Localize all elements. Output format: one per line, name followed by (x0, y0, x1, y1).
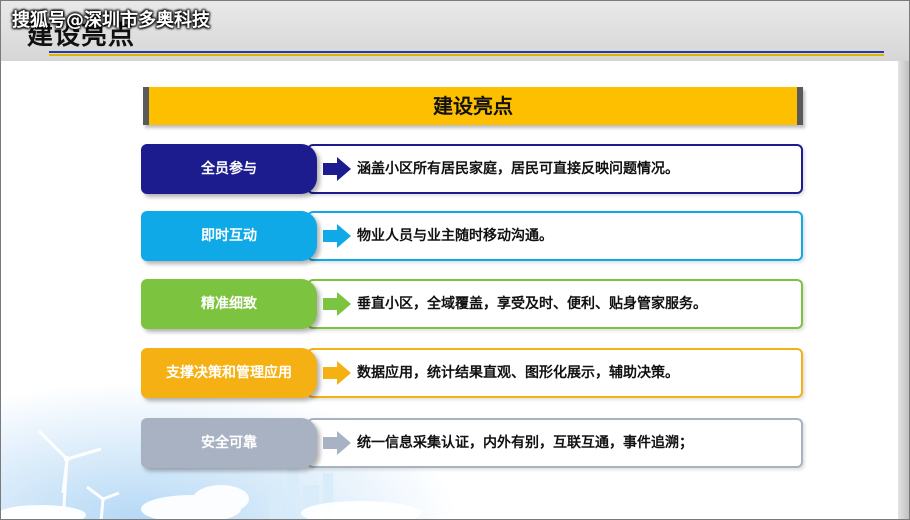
item-description: 垂直小区，全域覆盖，享受及时、便利、贴身管家服务。 (357, 296, 707, 312)
list-item: 即时互动 物业人员与业主随时移动沟通。 (141, 211, 803, 261)
right-arrow-icon (323, 431, 351, 455)
header-divider-blue (49, 51, 884, 53)
item-description: 数据应用，统计结果直观、图形化展示，辅助决策。 (357, 365, 679, 381)
slide: 建设亮点 建设亮点 全员参与 涵盖小区所有居民家庭，居民可直接反映问题情况。 即… (0, 0, 910, 520)
right-arrow-icon (323, 292, 351, 316)
right-arrow-icon (323, 224, 351, 248)
list-item: 精准细致 垂直小区，全域覆盖，享受及时、便利、贴身管家服务。 (141, 279, 803, 329)
item-label: 精准细致 (141, 279, 317, 329)
list-item: 安全可靠 统一信息采集认证，内外有别，互联互通，事件追溯； (141, 418, 803, 468)
header-divider-gold (49, 54, 884, 56)
list-item: 支撑决策和管理应用 数据应用，统计结果直观、图形化展示，辅助决策。 (141, 348, 803, 398)
item-label: 安全可靠 (141, 418, 317, 468)
item-label: 全员参与 (141, 144, 317, 194)
list-item: 全员参与 涵盖小区所有居民家庭，居民可直接反映问题情况。 (141, 144, 803, 194)
item-label: 支撑决策和管理应用 (141, 348, 317, 398)
watermark: 搜狐号@深圳市多奥科技 (12, 10, 210, 31)
slide-shadow (898, 61, 909, 519)
item-description: 涵盖小区所有居民家庭，居民可直接反映问题情况。 (357, 161, 679, 177)
section-banner: 建设亮点 (143, 87, 803, 125)
item-description: 统一信息采集认证，内外有别，互联互通，事件追溯； (357, 435, 693, 451)
right-arrow-icon (323, 361, 351, 385)
item-description: 物业人员与业主随时移动沟通。 (357, 228, 553, 244)
right-arrow-icon (323, 157, 351, 181)
item-label: 即时互动 (141, 211, 317, 261)
